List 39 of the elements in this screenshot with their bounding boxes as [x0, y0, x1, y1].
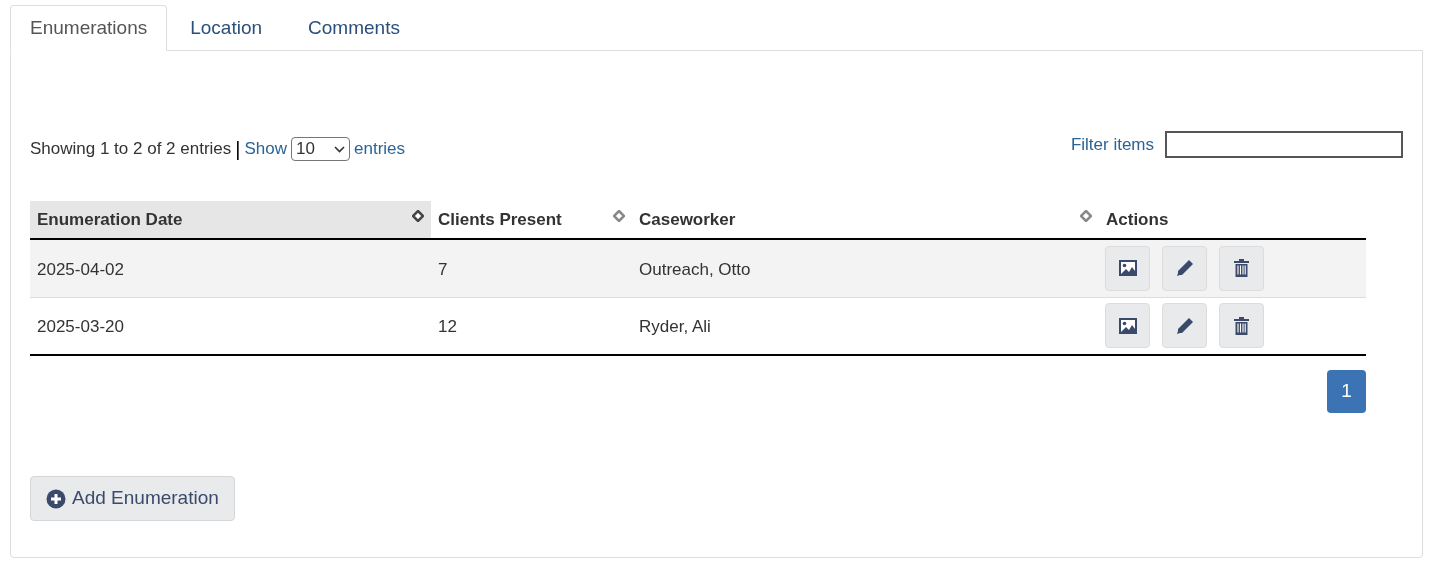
tab[interactable]: Comments: [285, 5, 423, 51]
image-icon: [1118, 260, 1137, 277]
entries-summary: Showing 1 to 2 of 2 entries: [30, 138, 232, 161]
chevron-down-icon: [334, 145, 346, 153]
table-cell: 2025-03-20: [30, 297, 431, 355]
add-enumeration-button[interactable]: Add Enumeration: [30, 476, 235, 521]
tab[interactable]: Enumerations: [10, 5, 168, 51]
filter-field[interactable]: [1165, 131, 1403, 158]
tab[interactable]: Location: [167, 5, 286, 51]
image-button[interactable]: [1105, 303, 1150, 349]
column-header[interactable]: Clients Present: [431, 201, 632, 239]
filter-label: Filter items: [1070, 133, 1154, 156]
edit-button[interactable]: [1162, 303, 1207, 349]
page-button[interactable]: 1: [1327, 370, 1366, 413]
separator: |: [235, 137, 241, 162]
page-size-select[interactable]: 10: [291, 137, 351, 161]
column-header[interactable]: Enumeration Date: [30, 201, 431, 239]
image-button[interactable]: [1105, 245, 1150, 291]
table-cell: 2025-04-02: [30, 239, 431, 297]
sort-icon: [412, 209, 424, 222]
column-header[interactable]: Caseworker: [632, 201, 1099, 239]
sort-icon: [613, 209, 625, 222]
pencil-icon: [1175, 316, 1194, 335]
plus-circle-icon: [46, 488, 66, 509]
delete-button[interactable]: [1219, 303, 1264, 349]
show-label: Show: [244, 138, 288, 161]
table-cell: 12: [431, 297, 632, 355]
pencil-icon: [1175, 259, 1194, 278]
table-cell: Ryder, Ali: [632, 297, 1099, 355]
column-header: Actions: [1099, 201, 1366, 239]
sort-icon: [1080, 209, 1092, 222]
trash-icon: [1234, 316, 1249, 335]
table-cell: 7: [431, 239, 632, 297]
image-icon: [1118, 317, 1137, 334]
edit-button[interactable]: [1162, 245, 1207, 291]
trash-icon: [1234, 259, 1249, 278]
entries-label: entries: [354, 138, 406, 161]
table-cell: Outreach, Otto: [632, 239, 1099, 297]
delete-button[interactable]: [1219, 245, 1264, 291]
